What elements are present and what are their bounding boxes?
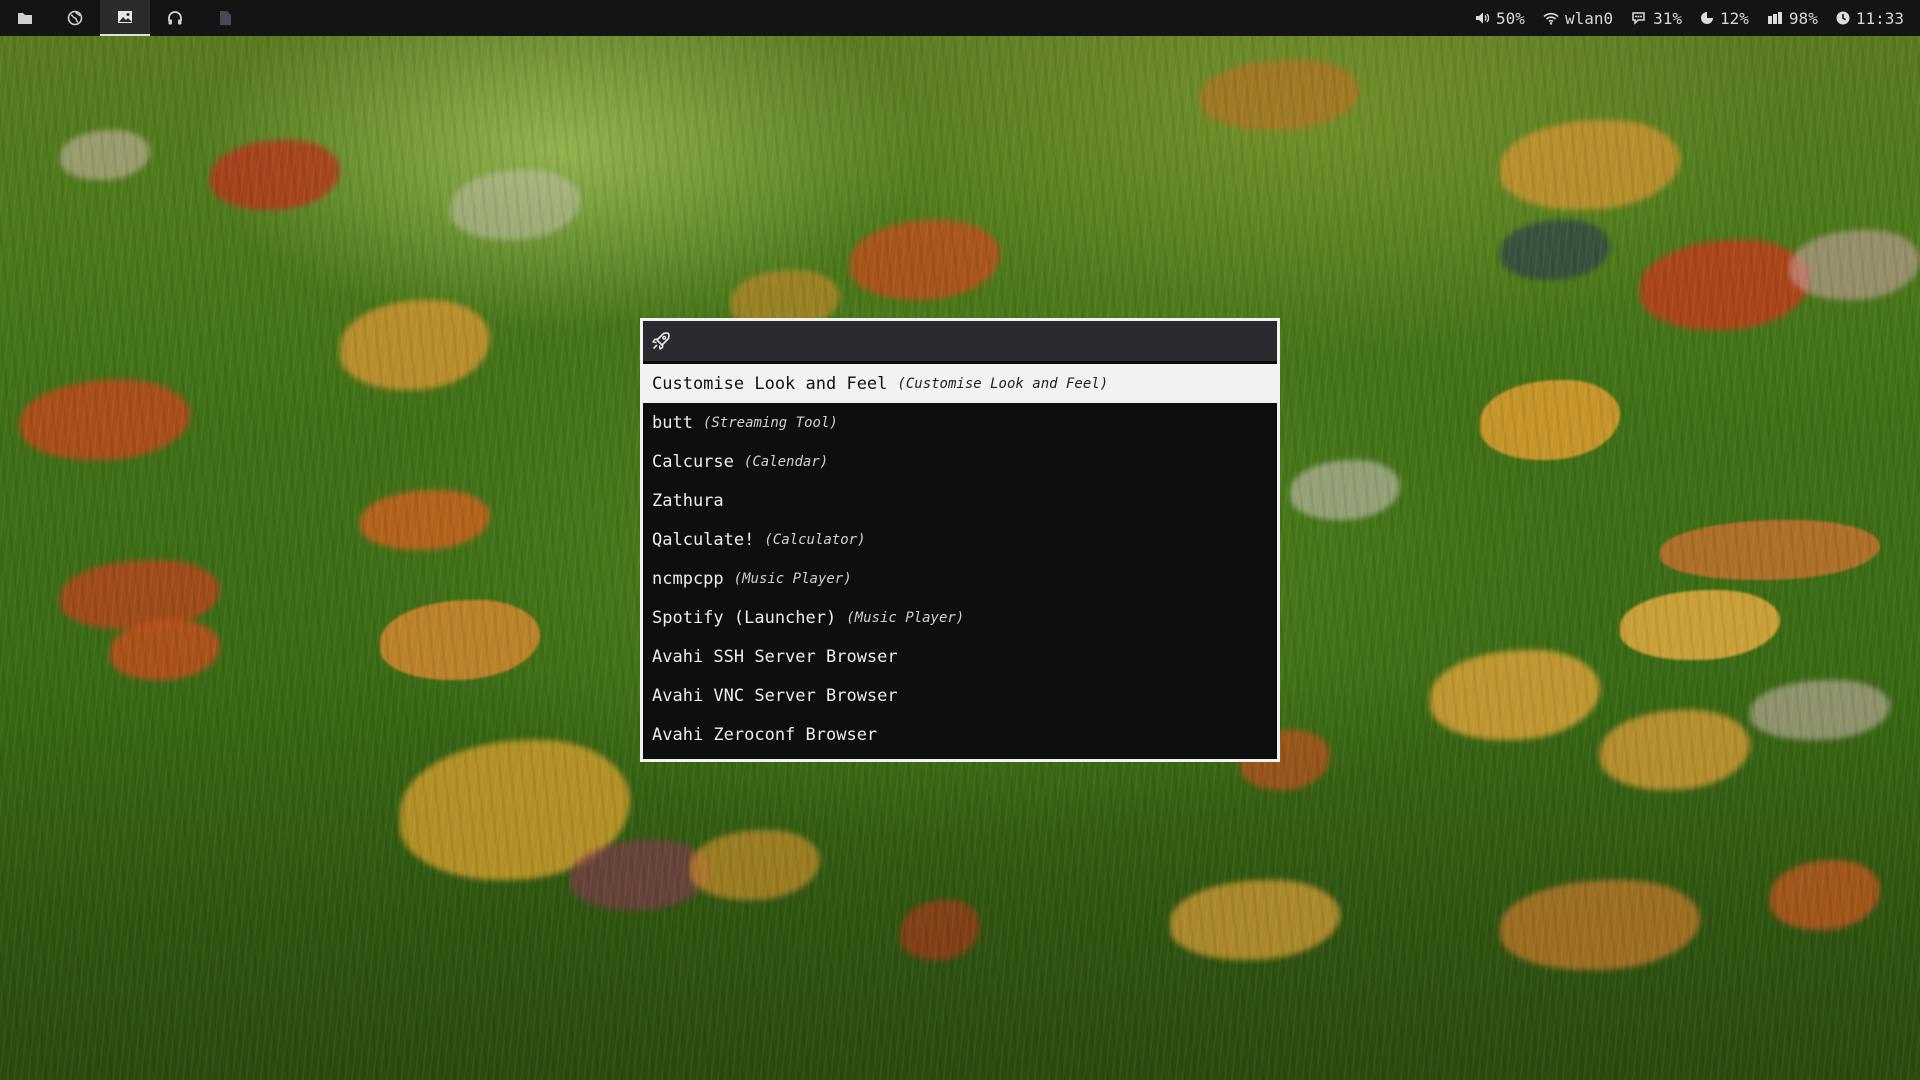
clock-module[interactable]: 11:33	[1836, 9, 1904, 28]
launcher-item-calcurse[interactable]: Calcurse (Calendar)	[643, 442, 1277, 481]
memory-module[interactable]: 12%	[1700, 9, 1749, 28]
memory-icon	[1700, 11, 1714, 25]
workspace-switcher	[0, 0, 250, 36]
launcher-item-butt[interactable]: butt (Streaming Tool)	[643, 403, 1277, 442]
item-generic-name: (Music Player)	[733, 570, 852, 587]
item-name: butt	[652, 412, 693, 433]
item-name: Customise Look and Feel	[652, 373, 888, 394]
rocket-icon	[651, 331, 671, 351]
launcher-item-qalculate[interactable]: Qalculate! (Calculator)	[643, 520, 1277, 559]
item-name: Qalculate!	[652, 529, 755, 550]
item-generic-name: (Calculator)	[764, 531, 866, 548]
top-bar: 50% wlan0 31% 12% 98% 11:33	[0, 0, 1920, 36]
workspace-4[interactable]	[150, 0, 200, 36]
battery-module[interactable]: 98%	[1767, 9, 1818, 28]
item-name: Spotify (Launcher)	[652, 607, 837, 628]
cpu-module[interactable]: 31%	[1631, 9, 1682, 28]
item-generic-name: (Streaming Tool)	[702, 414, 838, 431]
folder-icon	[18, 13, 32, 24]
volume-icon	[1475, 11, 1490, 25]
network-interface: wlan0	[1564, 8, 1614, 28]
launcher-item-spotify-launcher[interactable]: Spotify (Launcher) (Music Player)	[643, 598, 1277, 637]
document-icon	[219, 11, 231, 25]
launcher-item-avahi-zeroconf-browser[interactable]: Avahi Zeroconf Browser	[643, 715, 1277, 754]
launcher-item-avahi-ssh-server-browser[interactable]: Avahi SSH Server Browser	[643, 637, 1277, 676]
workspace-1[interactable]	[0, 0, 50, 36]
wifi-icon	[1543, 12, 1559, 25]
image-icon	[118, 11, 132, 23]
launcher-search-input[interactable]	[681, 325, 1277, 357]
clock-icon	[1836, 11, 1850, 25]
workspace-5[interactable]	[200, 0, 250, 36]
launcher-item-zathura[interactable]: Zathura	[643, 481, 1277, 520]
item-generic-name: (Music Player)	[846, 609, 965, 626]
battery-level: 98%	[1788, 8, 1818, 28]
item-name: ncmpcpp	[652, 568, 724, 589]
launcher-item-ncmpcpp[interactable]: ncmpcpp (Music Player)	[643, 559, 1277, 598]
item-generic-name: (Calendar)	[743, 453, 829, 470]
headphones-icon	[168, 11, 182, 25]
globe-icon	[67, 10, 83, 26]
item-name: Calcurse	[652, 451, 734, 472]
item-name: Avahi SSH Server Browser	[652, 646, 898, 667]
item-name: Zathura	[652, 490, 724, 511]
cpu-usage: 31%	[1653, 8, 1683, 28]
launcher-results: Customise Look and Feel (Customise Look …	[643, 364, 1277, 754]
item-name: Avahi Zeroconf Browser	[652, 724, 878, 745]
launcher-item-customise-look-and-feel[interactable]: Customise Look and Feel (Customise Look …	[643, 364, 1277, 403]
battery-icon	[1767, 11, 1783, 25]
app-launcher: Customise Look and Feel (Customise Look …	[640, 318, 1280, 762]
launcher-item-avahi-vnc-server-browser[interactable]: Avahi VNC Server Browser	[643, 676, 1277, 715]
workspace-3[interactable]	[100, 0, 150, 36]
volume-level: 50%	[1496, 8, 1525, 28]
volume-module[interactable]: 50%	[1475, 9, 1525, 28]
item-generic-name: (Customise Look and Feel)	[897, 375, 1109, 392]
network-module[interactable]: wlan0	[1543, 9, 1613, 28]
workspace-2[interactable]	[50, 0, 100, 36]
cpu-icon	[1631, 11, 1647, 25]
item-name: Avahi VNC Server Browser	[652, 685, 898, 706]
clock-time: 11:33	[1855, 8, 1904, 28]
status-modules: 50% wlan0 31% 12% 98% 11:33	[1457, 0, 1920, 36]
launcher-prompt	[643, 321, 1277, 364]
memory-usage: 12%	[1720, 8, 1749, 28]
